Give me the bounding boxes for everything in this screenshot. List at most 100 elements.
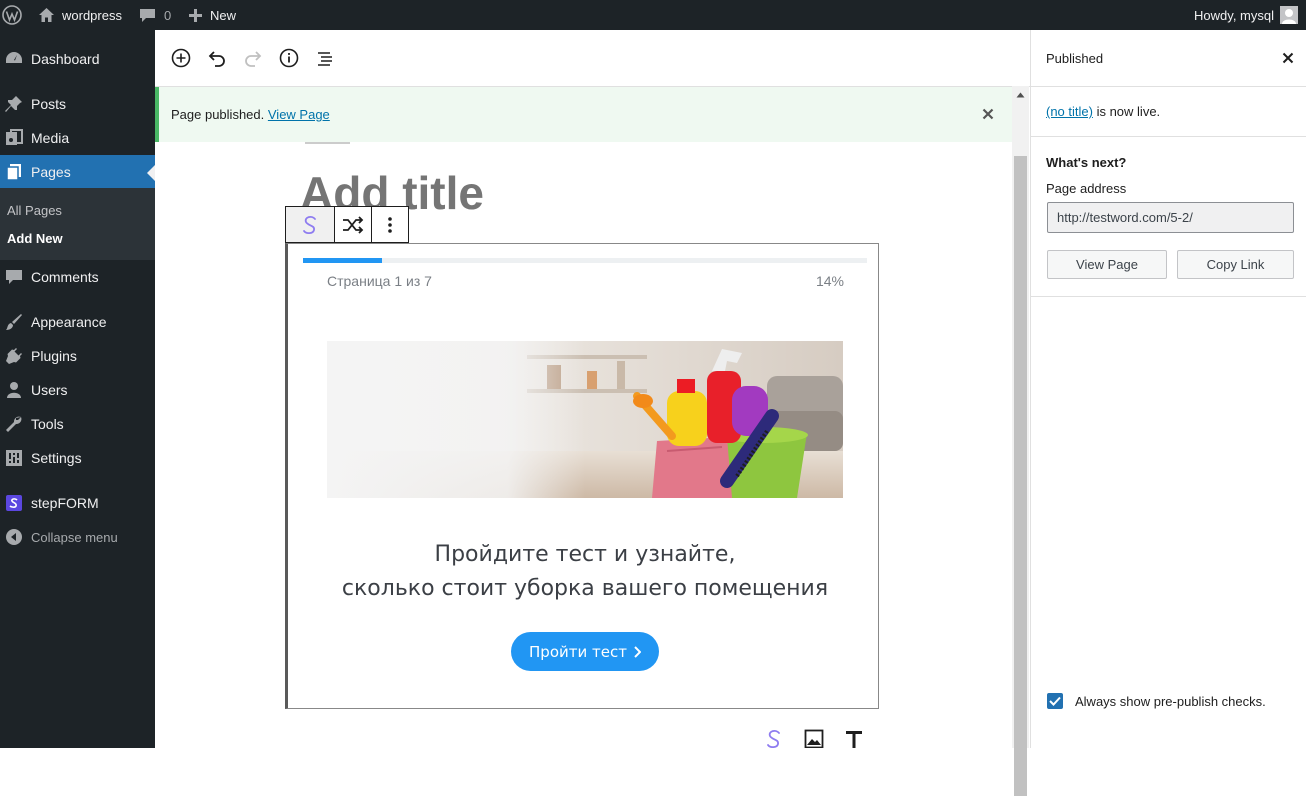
panel-title: Published — [1046, 51, 1104, 66]
chevron-right-icon — [634, 645, 641, 658]
block-type-button[interactable] — [286, 207, 335, 242]
panel-close-button[interactable] — [1280, 50, 1296, 66]
brush-icon — [4, 312, 24, 332]
sidebar-item-label: Pages — [31, 164, 71, 180]
redo-icon — [243, 48, 263, 68]
plug-icon — [4, 346, 24, 366]
shuffle-button[interactable] — [335, 207, 372, 242]
stepform-headline: Пройдите тест и узнайте, сколько стоит у… — [288, 538, 882, 606]
whats-next-heading: What's next? — [1046, 155, 1127, 170]
scroll-up-button[interactable] — [1012, 86, 1029, 103]
no-title-link[interactable]: (no title) — [1046, 104, 1093, 119]
notice-close-button[interactable] — [980, 106, 996, 122]
headline-line-2: сколько стоит уборка вашего помещения — [341, 576, 829, 601]
live-status-section: (no title) is now live. — [1031, 87, 1306, 137]
post-publish-panel: Published (no title) is now live. What's… — [1030, 30, 1306, 748]
info-icon — [279, 48, 299, 68]
start-quiz-button[interactable]: Пройти тест — [511, 632, 659, 671]
editor-canvas: Add title Страница 1 из 7 14% Пройдите т… — [155, 142, 1012, 748]
sidebar-item-label: Posts — [31, 96, 67, 112]
success-notice: Page published. View Page — [155, 87, 1012, 142]
sidebar-item-label: stepFORM — [31, 495, 99, 511]
pin-icon — [4, 94, 24, 114]
progress-bar-fill — [303, 258, 382, 263]
comment-icon — [4, 267, 24, 287]
submenu-item-add-new[interactable]: Add New — [7, 231, 63, 246]
new-content-link[interactable]: New — [188, 0, 236, 30]
editor-scrollbar[interactable] — [1012, 86, 1029, 796]
site-name-link[interactable]: wordpress — [38, 0, 122, 30]
prepublish-checkbox[interactable] — [1047, 693, 1063, 709]
panel-header: Published — [1031, 30, 1306, 87]
title-divider — [305, 142, 350, 144]
sidebar-item-appearance[interactable]: Appearance — [0, 305, 155, 339]
plus-circle-icon — [171, 48, 191, 68]
sidebar-item-stepform[interactable]: stepFORM — [0, 486, 155, 520]
notice-message: Page published. View Page — [171, 107, 330, 122]
checkmark-icon — [1049, 696, 1061, 706]
live-status-text: (no title) is now live. — [1046, 104, 1160, 119]
details-button[interactable] — [277, 46, 301, 70]
add-block-button[interactable] — [169, 46, 193, 70]
notice-view-page-link[interactable]: View Page — [268, 107, 330, 122]
sidebar-item-pages[interactable]: Pages — [0, 155, 155, 189]
more-options-button[interactable] — [372, 207, 408, 242]
stepform-block[interactable]: Страница 1 из 7 14% Пройдите тест и узна… — [285, 243, 879, 709]
insert-heading-button[interactable] — [843, 728, 865, 748]
image-icon — [804, 729, 824, 748]
comments-link[interactable]: 0 — [139, 0, 171, 30]
admin-sidebar: Dashboard Posts Media Pages All Pages Ad… — [0, 30, 155, 748]
sidebar-item-label: Settings — [31, 450, 82, 466]
redo-button[interactable] — [241, 46, 265, 70]
wrench-icon — [4, 414, 24, 434]
sidebar-item-plugins[interactable]: Plugins — [0, 339, 155, 373]
copy-link-button[interactable]: Copy Link — [1177, 250, 1294, 279]
cleaning-supplies-image — [327, 341, 843, 498]
sidebar-item-label: Users — [31, 382, 68, 398]
sidebar-item-tools[interactable]: Tools — [0, 407, 155, 441]
progress-bar — [303, 258, 867, 263]
page-address-field[interactable] — [1047, 202, 1294, 233]
collapse-icon — [4, 527, 24, 547]
view-page-button[interactable]: View Page — [1047, 250, 1167, 279]
editor-toolbar — [155, 30, 1030, 87]
sidebar-item-dashboard[interactable]: Dashboard — [0, 42, 155, 76]
start-quiz-label: Пройти тест — [529, 642, 627, 661]
list-outline-icon — [315, 48, 335, 68]
submenu-item-all-pages[interactable]: All Pages — [7, 203, 62, 218]
dashboard-icon — [4, 49, 24, 69]
undo-button[interactable] — [205, 46, 229, 70]
prepublish-label: Always show pre-publish checks. — [1075, 693, 1266, 709]
pages-submenu: All Pages Add New — [0, 188, 155, 260]
scrollbar-thumb[interactable] — [1014, 156, 1027, 796]
comments-count: 0 — [164, 7, 172, 23]
sidebar-item-label: Collapse menu — [31, 529, 118, 545]
prepublish-checks-option[interactable]: Always show pre-publish checks. — [1047, 693, 1266, 709]
sidebar-item-users[interactable]: Users — [0, 373, 155, 407]
sidebar-item-label: Plugins — [31, 348, 77, 364]
wordpress-logo-icon[interactable] — [2, 0, 22, 30]
sidebar-item-media[interactable]: Media — [0, 121, 155, 155]
new-label: New — [210, 7, 237, 23]
stepform-logo-icon — [763, 728, 785, 748]
triangle-up-icon — [1016, 92, 1025, 98]
sidebar-item-label: Dashboard — [31, 51, 100, 67]
sidebar-item-comments[interactable]: Comments — [0, 260, 155, 294]
stepform-icon — [4, 493, 24, 513]
live-suffix: is now live. — [1092, 104, 1161, 119]
close-icon — [1282, 52, 1294, 64]
notice-text: Page published. — [171, 107, 265, 122]
outline-button[interactable] — [313, 46, 337, 70]
greeting: Howdy, mysql — [1194, 7, 1274, 23]
account-menu[interactable]: Howdy, mysql — [1194, 0, 1298, 30]
more-vertical-icon — [387, 216, 393, 234]
settings-icon — [4, 448, 24, 468]
undo-icon — [207, 48, 227, 68]
home-icon — [38, 7, 55, 23]
insert-image-button[interactable] — [803, 728, 825, 748]
progress-label: Страница 1 из 7 — [327, 273, 432, 289]
sidebar-item-settings[interactable]: Settings — [0, 441, 155, 475]
collapse-menu-button[interactable]: Collapse menu — [0, 520, 155, 554]
insert-stepform-button[interactable] — [763, 728, 785, 748]
sidebar-item-posts[interactable]: Posts — [0, 87, 155, 121]
